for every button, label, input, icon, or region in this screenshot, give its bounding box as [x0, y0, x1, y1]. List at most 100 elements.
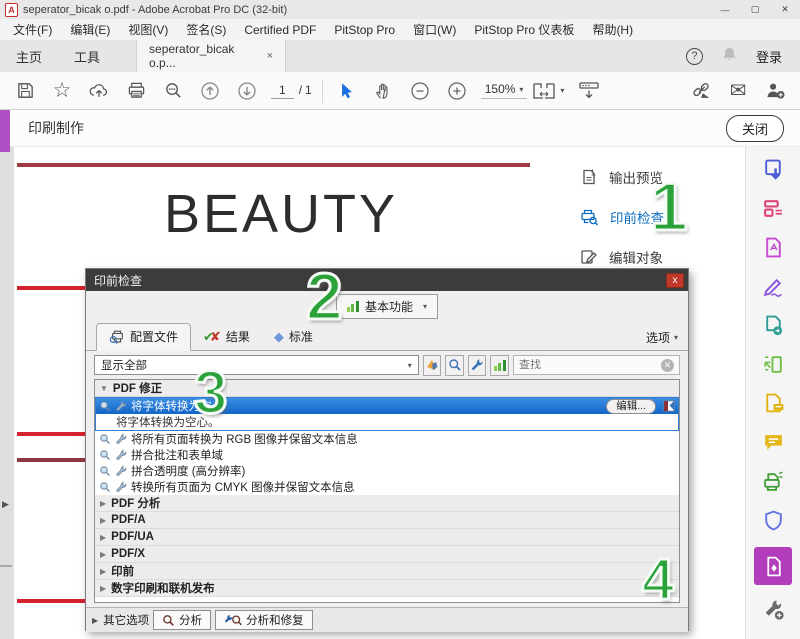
close-window-button[interactable]: ✕: [770, 0, 800, 19]
send-link-icon[interactable]: [688, 78, 714, 104]
library-bars-button[interactable]: [490, 355, 509, 376]
menu-pitstop-dashboard[interactable]: PitStop Pro 仪表板: [465, 21, 583, 38]
profiles-printer-icon: [109, 329, 125, 345]
maximize-button[interactable]: ▢: [740, 0, 770, 19]
zoom-level-dropdown[interactable]: 150% ▾: [481, 82, 528, 99]
menu-pitstop-pro[interactable]: PitStop Pro: [325, 23, 404, 37]
show-all-dropdown[interactable]: 显示全部 ▾: [94, 355, 419, 375]
magnifier-icon: [162, 614, 175, 627]
minimize-button[interactable]: —: [710, 0, 740, 19]
tab-document[interactable]: seperator_bicak o.p... ×: [136, 40, 286, 72]
page-indicator[interactable]: 1 / 1: [271, 83, 312, 99]
print-icon[interactable]: [123, 78, 149, 104]
list-item[interactable]: 拼合透明度 (高分辨率): [95, 463, 679, 479]
expand-panel-icon[interactable]: ▶: [2, 499, 9, 510]
search-tools-icon[interactable]: [160, 78, 186, 104]
analyze-and-fix-button[interactable]: 分析和修复: [215, 610, 313, 630]
menu-view[interactable]: 视图(V): [119, 21, 177, 38]
crop-pages-icon[interactable]: [761, 352, 785, 376]
category-pdfua[interactable]: ▶ PDF/UA: [95, 529, 679, 546]
dialog-close-button[interactable]: x: [666, 273, 684, 288]
list-item[interactable]: 转换所有页面为 CMYK 图像并保留文本信息: [95, 479, 679, 495]
dialog-tabs: 配置文件 ✔✘ 结果 ◆ 标准 选项 ▾: [86, 321, 688, 351]
search-input[interactable]: [519, 359, 661, 371]
expand-icon[interactable]: ▶: [100, 550, 106, 559]
standards-diamond-icon: ◆: [274, 329, 284, 345]
close-panel-button[interactable]: 关闭: [726, 115, 784, 142]
menu-help[interactable]: 帮助(H): [583, 21, 642, 38]
category-pdfx[interactable]: ▶ PDF/X: [95, 546, 679, 563]
category-pdfa[interactable]: ▶ PDF/A: [95, 512, 679, 529]
menu-edit[interactable]: 编辑(E): [61, 21, 119, 38]
select-cursor-icon[interactable]: [333, 78, 359, 104]
share-upload-icon[interactable]: [86, 78, 112, 104]
acrobat-window: A seperator_bicak o.pdf - Adobe Acrobat …: [0, 0, 800, 639]
organize-pages-icon[interactable]: [761, 196, 785, 220]
analyze-button[interactable]: 分析: [153, 610, 211, 630]
edit-pdf-icon[interactable]: [761, 235, 785, 259]
previous-page-icon[interactable]: [197, 78, 223, 104]
checks-view-button[interactable]: [445, 355, 464, 376]
menu-sign[interactable]: 签名(S): [177, 21, 235, 38]
scan-ocr-icon[interactable]: [761, 469, 785, 493]
dialog-title: 印前检查: [94, 272, 142, 289]
menu-file[interactable]: 文件(F): [4, 21, 61, 38]
clear-search-icon[interactable]: ✕: [661, 359, 674, 372]
signin-button[interactable]: 登录: [756, 47, 782, 66]
edit-fixup-button[interactable]: 编辑...: [606, 399, 656, 414]
category-pdf-analysis[interactable]: ▶ PDF 分析: [95, 495, 679, 512]
wrench-icon: [115, 400, 127, 412]
options-label: 选项: [646, 329, 670, 346]
menu-window[interactable]: 窗口(W): [404, 21, 465, 38]
list-item[interactable]: 拼合批注和表单域: [95, 447, 679, 463]
profiles-view-button[interactable]: [423, 355, 442, 376]
page-comment-icon[interactable]: [761, 391, 785, 415]
tab-close-icon[interactable]: ×: [267, 50, 273, 62]
star-icon[interactable]: ☆: [49, 78, 75, 104]
add-tools-icon[interactable]: [761, 597, 785, 621]
email-icon[interactable]: ✉: [725, 78, 751, 104]
options-dropdown[interactable]: 选项 ▾: [646, 329, 678, 350]
add-person-icon[interactable]: [762, 78, 788, 104]
category-prepress[interactable]: ▶ 印前: [95, 563, 679, 580]
list-item[interactable]: 将所有页面转换为 RGB 图像并保留文本信息: [95, 431, 679, 447]
other-options-toggle[interactable]: ▶ 其它选项: [92, 612, 149, 628]
menu-certified-pdf[interactable]: Certified PDF: [235, 23, 325, 37]
search-field[interactable]: ✕: [513, 355, 680, 375]
category-digital-print[interactable]: ▶ 数字印刷和联机发布: [95, 580, 679, 597]
bell-icon[interactable]: [721, 46, 738, 66]
send-for-review-icon[interactable]: [761, 313, 785, 337]
list-item-selected[interactable]: 将字体转换为空心 编辑...: [96, 398, 678, 414]
tab-profiles[interactable]: 配置文件: [96, 323, 191, 351]
category-label: PDF 修正: [113, 380, 162, 396]
fixups-view-button[interactable]: [468, 355, 487, 376]
category-pdf-fixups[interactable]: ▼ PDF 修正: [95, 380, 679, 397]
page-number-input[interactable]: 1: [271, 83, 294, 99]
export-pdf-icon[interactable]: [761, 157, 785, 181]
dialog-title-bar[interactable]: 印前检查 x: [86, 269, 688, 291]
next-page-icon[interactable]: [234, 78, 260, 104]
tab-results[interactable]: ✔✘ 结果: [191, 324, 262, 350]
hide-toolbar-icon[interactable]: [576, 78, 602, 104]
expand-icon[interactable]: ▶: [100, 499, 106, 508]
library-dropdown-button[interactable]: 基本功能 ▾: [336, 294, 438, 319]
save-icon[interactable]: [12, 78, 38, 104]
zoom-out-icon[interactable]: [407, 78, 433, 104]
help-icon[interactable]: ?: [686, 48, 703, 65]
fit-width-icon[interactable]: ▾: [531, 78, 565, 104]
hand-tool-icon[interactable]: [370, 78, 396, 104]
tab-home[interactable]: 主页: [0, 40, 58, 72]
wrench-icon: [115, 449, 127, 461]
fixup-description: 将字体转换为空心。: [96, 414, 678, 430]
collapse-icon[interactable]: ▼: [100, 384, 108, 393]
expand-icon[interactable]: ▶: [100, 567, 106, 576]
zoom-in-icon[interactable]: [444, 78, 470, 104]
print-production-active-icon[interactable]: [754, 547, 792, 585]
protect-icon[interactable]: [761, 508, 785, 532]
comments-icon[interactable]: [761, 430, 785, 454]
expand-icon[interactable]: ▶: [100, 584, 106, 593]
expand-icon[interactable]: ▶: [100, 516, 106, 525]
tab-tools[interactable]: 工具: [58, 40, 116, 72]
expand-icon[interactable]: ▶: [100, 533, 106, 542]
fill-sign-icon[interactable]: [761, 274, 785, 298]
